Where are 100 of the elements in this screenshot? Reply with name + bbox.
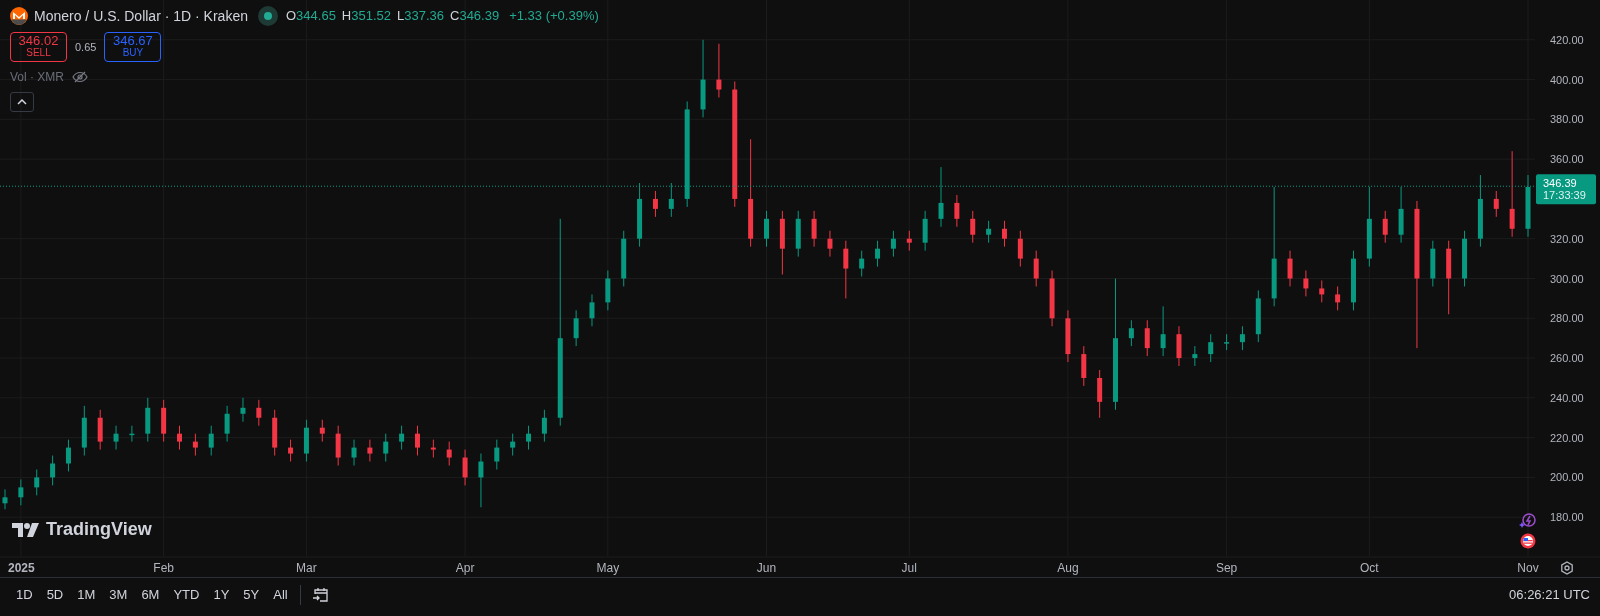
candlestick [811,210,817,248]
time-axis-label: Sep [1215,561,1238,575]
range-button[interactable]: 1D [10,582,39,608]
candlestick [637,182,643,248]
candlestick [1493,190,1499,218]
candlestick [319,419,325,443]
price-axis-label: 220.00 [1550,431,1584,444]
candlestick [1430,240,1436,287]
candlestick [573,309,579,347]
time-axis-label: Jun [756,561,777,575]
clock-time[interactable]: 06:26:21 UTC [1509,585,1590,605]
candlestick [1144,319,1150,357]
price-axis-label: 240.00 [1550,391,1584,404]
candlestick [415,425,420,457]
time-axis-label: Aug [1057,561,1079,575]
price-axis-label: 360.00 [1550,153,1584,166]
buy-button[interactable]: 346.67 BUY [104,32,162,62]
price-axis-label: 280.00 [1550,312,1584,325]
candlestick [1382,210,1388,244]
range-button[interactable]: 1Y [207,582,236,608]
candlestick [954,194,960,228]
candlestick [208,425,214,457]
range-button[interactable]: All [267,582,294,608]
candlestick [1176,325,1182,367]
candlestick [272,409,278,457]
candlestick [335,425,341,466]
candlestick [367,439,373,462]
price-axis-label: 400.00 [1550,73,1584,86]
candlestick [446,441,452,466]
candlestick [81,405,87,457]
candlestick [827,230,833,258]
sell-button[interactable]: 346.02 SELL [10,32,67,62]
candlestick [1319,280,1325,303]
time-axis-label: Jul [901,561,917,575]
candlestick [1239,325,1245,351]
candlestick [510,433,516,457]
price-axis-label: 200.00 [1550,471,1584,484]
candlestick [65,439,71,472]
candlestick [1208,333,1214,363]
calendar-icon [311,586,330,604]
time-axis-label: May [596,561,620,575]
symbol-title[interactable]: Monero / U.S. Dollar · 1D · Kraken [34,5,248,27]
candlestick [240,397,246,423]
candlestick [2,488,8,510]
candlestick [430,439,436,459]
last-price-label: 346.39 [1543,177,1577,190]
tradingview-logo-icon [12,521,40,538]
candlestick [1049,270,1055,327]
candlestick [1224,333,1230,351]
candlestick [1525,174,1531,238]
price-axis-label: 260.00 [1550,352,1584,365]
candlestick [224,405,230,443]
coin-logo-icon [10,7,28,25]
candlestick [1462,230,1468,287]
candlestick [383,433,389,462]
candlestick [97,409,103,451]
candlestick [938,166,944,228]
time-axis-label: 2025 [8,561,35,575]
candlestick [621,230,627,287]
range-button[interactable]: 5Y [237,582,266,608]
candlestick [1160,305,1166,357]
candlestick [192,433,198,457]
candlestick [462,449,468,486]
price-change: +1.33 (+0.39%) [509,7,599,26]
candlestick [1065,309,1071,363]
settings-icon[interactable] [1560,561,1574,575]
sparkle-lightning-icon[interactable] [1518,512,1536,530]
time-axis-label: Apr [455,561,475,575]
candlestick [859,250,865,277]
range-button[interactable]: 3M [103,582,134,608]
range-button[interactable]: 6M [135,582,166,608]
candlestick [50,455,56,486]
volume-label[interactable]: Vol · XMR [10,68,64,86]
candlestick [541,409,547,443]
range-button[interactable]: YTD [167,582,206,608]
candlestick [1097,369,1103,419]
candlestick [526,425,532,451]
hidden-eye-icon[interactable] [72,71,88,83]
flag-badge-icon[interactable] [1520,533,1536,549]
spread-value: 0.65 [75,39,97,55]
range-button[interactable]: 1M [71,582,102,608]
candlestick [795,210,801,258]
candlestick [986,220,992,244]
candlestick [494,439,500,470]
candlestick [605,270,611,311]
candlestick [478,453,484,508]
candlestick [145,397,151,443]
candlestick [1033,250,1039,287]
candlestick [875,240,881,268]
candlestick [113,425,119,451]
candlestick [34,468,40,496]
candlestick [764,210,769,248]
range-button[interactable]: 5D [40,582,70,608]
ohlc-value: L337.36 [397,7,444,26]
price-axis-label: 300.00 [1550,272,1584,285]
candlestick [1287,250,1293,287]
time-axis-label: Mar [296,561,317,575]
collapse-button[interactable] [10,92,34,112]
candlestick [177,425,182,451]
candlestick [129,425,135,443]
